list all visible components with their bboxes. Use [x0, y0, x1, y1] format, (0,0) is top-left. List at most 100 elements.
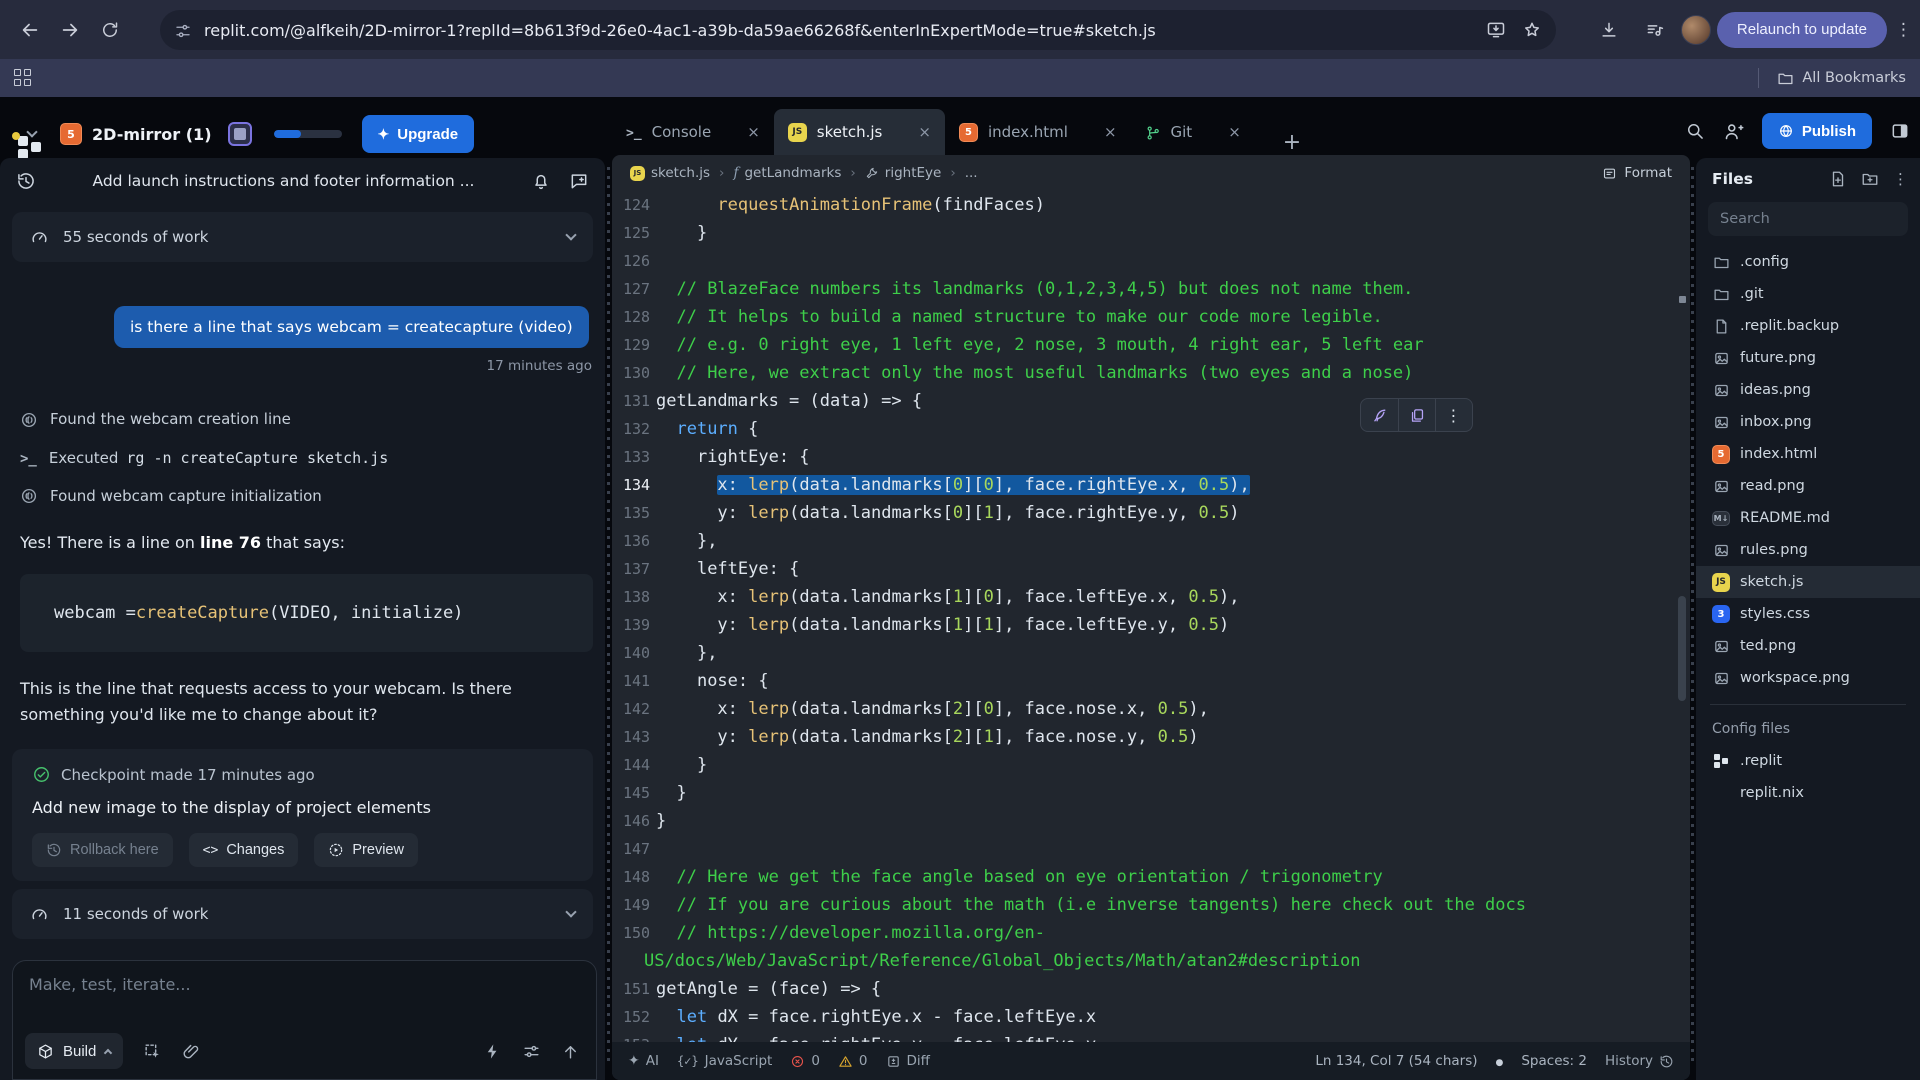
pane-resize-handle[interactable]: [607, 167, 610, 1067]
breadcrumb-item[interactable]: rightEye: [865, 165, 942, 181]
code-line[interactable]: 126: [612, 247, 1672, 275]
media-controls-icon[interactable]: [1635, 10, 1675, 50]
new-file-icon[interactable]: [1829, 170, 1847, 188]
site-settings-icon[interactable]: [174, 20, 192, 40]
preview-button[interactable]: Preview: [314, 833, 418, 867]
code-line[interactable]: 145 }: [612, 779, 1672, 807]
relaunch-button[interactable]: Relaunch to update: [1717, 12, 1887, 48]
send-icon[interactable]: [561, 1042, 580, 1061]
rollback-here-button[interactable]: Rollback here: [32, 833, 173, 867]
file-item[interactable]: .config: [1696, 246, 1920, 278]
breadcrumb-item[interactable]: fgetLandmarks: [733, 165, 841, 181]
more-options-icon[interactable]: ⋮: [1435, 399, 1472, 431]
tab-index-html[interactable]: 5index.html×: [945, 109, 1131, 155]
status-javascript[interactable]: {✓}JavaScript: [677, 1053, 772, 1069]
file-item[interactable]: M↓README.md: [1696, 502, 1920, 534]
cursor-position[interactable]: Ln 134, Col 7 (54 chars): [1315, 1053, 1477, 1069]
code-line[interactable]: 147: [612, 835, 1672, 863]
code-line[interactable]: 127 // BlazeFace numbers its landmarks (…: [612, 275, 1672, 303]
config-file-item[interactable]: .replit: [1696, 745, 1920, 777]
tab-close-icon[interactable]: ×: [918, 123, 931, 141]
apps-grid-icon[interactable]: [14, 69, 32, 87]
invite-icon[interactable]: [1723, 121, 1744, 142]
settings-sliders-icon[interactable]: [522, 1042, 541, 1061]
tab-close-icon[interactable]: ×: [747, 123, 760, 141]
project-name[interactable]: 2D-mirror (1): [92, 125, 212, 144]
code-line[interactable]: 149 // If you are curious about the math…: [612, 891, 1672, 919]
prompt-input[interactable]: Make, test, iterate...: [29, 975, 580, 994]
download-icon[interactable]: [1589, 10, 1629, 50]
code-line[interactable]: 130 // Here, we extract only the most us…: [612, 359, 1672, 387]
file-search-input[interactable]: Search: [1708, 202, 1908, 236]
file-item[interactable]: 5index.html: [1696, 438, 1920, 470]
status-ai[interactable]: ✦AI: [628, 1053, 659, 1069]
code-line[interactable]: 136 },: [612, 527, 1672, 555]
work-summary-bottom[interactable]: 11 seconds of work: [12, 889, 593, 939]
indentation-setting[interactable]: Spaces: 2: [1521, 1053, 1587, 1069]
history-icon[interactable]: [16, 171, 36, 192]
code-line[interactable]: 138 x: lerp(data.landmarks[1][0], face.l…: [612, 583, 1672, 611]
code-line[interactable]: 131getLandmarks = (data) => {: [612, 387, 1672, 415]
notifications-bell-icon[interactable]: [531, 171, 551, 192]
code-line[interactable]: 141 nose: {: [612, 667, 1672, 695]
file-item[interactable]: JSsketch.js: [1696, 566, 1920, 598]
status-0[interactable]: 0: [838, 1053, 868, 1069]
code-line[interactable]: 143 y: lerp(data.landmarks[2][1], face.n…: [612, 723, 1672, 751]
code-line[interactable]: 153 let dY = face.rightEye.y - face.left…: [612, 1031, 1672, 1042]
code-line[interactable]: 139 y: lerp(data.landmarks[1][1], face.l…: [612, 611, 1672, 639]
app-icon[interactable]: [228, 122, 252, 146]
files-menu-icon[interactable]: ⋮: [1893, 170, 1908, 188]
changes-button[interactable]: <>Changes: [189, 833, 299, 867]
new-tab-icon[interactable]: +: [1283, 130, 1301, 155]
url-bar[interactable]: replit.com/@alfkeih/2D-mirror-1?replId=8…: [160, 10, 1556, 50]
file-item[interactable]: ted.png: [1696, 630, 1920, 662]
code-line[interactable]: 125 }: [612, 219, 1672, 247]
status-diff[interactable]: Diff: [886, 1053, 930, 1069]
breadcrumb-item[interactable]: ...: [965, 165, 978, 181]
attach-icon[interactable]: [182, 1042, 201, 1061]
new-folder-icon[interactable]: [1861, 170, 1879, 188]
config-file-item[interactable]: replit.nix: [1696, 777, 1920, 809]
editor-scrollbar[interactable]: [1676, 191, 1688, 1042]
code-line[interactable]: 142 x: lerp(data.landmarks[2][0], face.n…: [612, 695, 1672, 723]
file-item[interactable]: 3styles.css: [1696, 598, 1920, 630]
tab-close-icon[interactable]: ×: [1104, 123, 1117, 141]
history-button[interactable]: History: [1605, 1053, 1674, 1069]
code-line[interactable]: 151getAngle = (face) => {: [612, 975, 1672, 1003]
tab-git[interactable]: Git×: [1131, 109, 1255, 155]
chat-title[interactable]: Add launch instructions and footer infor…: [36, 172, 531, 190]
publish-button[interactable]: Publish: [1762, 113, 1872, 149]
avatar[interactable]: [1681, 15, 1711, 45]
select-element-icon[interactable]: [143, 1042, 162, 1061]
code-area[interactable]: 124 requestAnimationFrame(findFaces)125 …: [612, 191, 1672, 1042]
code-line[interactable]: US/docs/Web/JavaScript/Reference/Global_…: [612, 947, 1672, 975]
all-bookmarks-label[interactable]: All Bookmarks: [1802, 70, 1906, 86]
browser-menu-icon[interactable]: ⋮: [1895, 20, 1912, 40]
layout-toggle-icon[interactable]: [1890, 121, 1910, 142]
quick-actions-icon[interactable]: [483, 1042, 502, 1061]
prompt-composer[interactable]: Make, test, iterate... Build: [12, 960, 597, 1080]
code-line[interactable]: 135 y: lerp(data.landmarks[0][1], face.r…: [612, 499, 1672, 527]
tab-close-icon[interactable]: ×: [1228, 123, 1241, 141]
scrollbar-thumb[interactable]: [1678, 596, 1686, 701]
ai-edit-icon[interactable]: [1361, 399, 1398, 431]
code-line[interactable]: 134 x: lerp(data.landmarks[0][0], face.r…: [612, 471, 1672, 499]
file-item[interactable]: read.png: [1696, 470, 1920, 502]
bookmark-star-icon[interactable]: [1522, 20, 1542, 41]
copy-to-chat-icon[interactable]: [1398, 399, 1435, 431]
new-chat-icon[interactable]: [569, 171, 589, 192]
code-line[interactable]: 137 leftEye: {: [612, 555, 1672, 583]
file-item[interactable]: ideas.png: [1696, 374, 1920, 406]
status-0[interactable]: 0: [790, 1053, 820, 1069]
install-icon[interactable]: [1486, 20, 1506, 41]
pane-resize-handle[interactable]: [1691, 167, 1694, 1067]
reload-icon[interactable]: [90, 10, 130, 50]
code-line[interactable]: 144 }: [612, 751, 1672, 779]
code-line[interactable]: 148 // Here we get the face angle based …: [612, 863, 1672, 891]
breadcrumb-item[interactable]: JSsketch.js: [630, 165, 710, 181]
file-item[interactable]: workspace.png: [1696, 662, 1920, 694]
code-line[interactable]: 140 },: [612, 639, 1672, 667]
code-line[interactable]: 132 return {: [612, 415, 1672, 443]
upgrade-button[interactable]: ✦ Upgrade: [362, 115, 475, 153]
code-line[interactable]: 133 rightEye: {: [612, 443, 1672, 471]
